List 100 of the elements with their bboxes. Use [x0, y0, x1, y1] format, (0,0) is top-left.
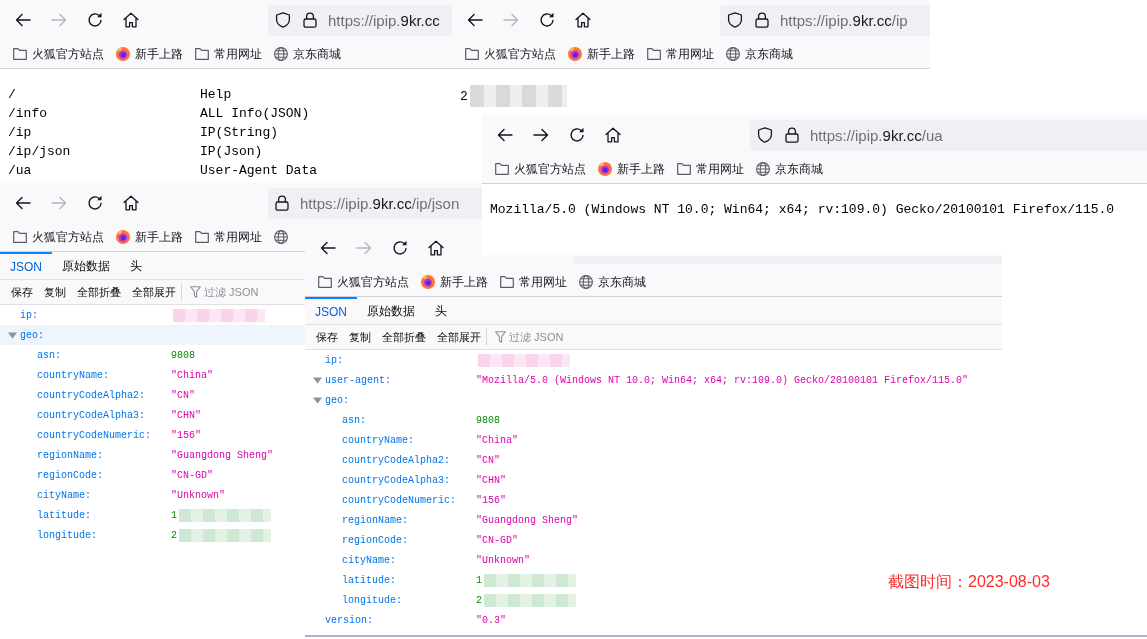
bookmark-item[interactable]: 京东商城	[756, 160, 823, 178]
tree-row[interactable]: countryName: "China"	[305, 430, 518, 450]
tree-row[interactable]: cityName: "Unknown"	[305, 550, 530, 570]
back-button[interactable]	[496, 126, 514, 144]
tree-row[interactable]: countryCodeAlpha3: "CHN"	[0, 405, 201, 425]
right-arrow-icon	[51, 12, 67, 28]
bookmark-item[interactable]: 新手上路	[568, 45, 635, 63]
tree-row[interactable]: user-agent: "Mozilla/5.0 (Windows NT 10.0; Win64; x64; rv:109.0) Gecko/20100101 Firefox/115.0"	[305, 370, 969, 390]
toolbar-button[interactable]: 全部折叠	[376, 327, 431, 347]
back-button[interactable]	[14, 194, 32, 212]
tree-row[interactable]: longitude: 2	[0, 525, 271, 545]
bookmark-item[interactable]: 常用网址	[677, 160, 744, 178]
toolbar-button[interactable]: 复制	[343, 327, 376, 347]
tree-row[interactable]: geo:	[0, 325, 305, 345]
expanded-triangle-icon[interactable]	[313, 395, 322, 405]
shield-icon[interactable]	[727, 12, 743, 28]
bookmark-item[interactable]: 火狐官方站点	[13, 45, 104, 63]
bookmark-item[interactable]: 新手上路	[598, 160, 665, 178]
filter-field[interactable]: 过滤 JSON	[509, 328, 605, 346]
tree-row[interactable]: countryCodeAlpha2: "CN"	[0, 385, 195, 405]
bookmark-item[interactable]: 火狐官方站点	[465, 45, 556, 63]
tree-row[interactable]: latitude: 1	[0, 505, 271, 525]
address-bar[interactable]: https://ipip.9kr.cc/ip/json	[268, 187, 482, 219]
home-button[interactable]	[574, 11, 592, 29]
shield-icon[interactable]	[275, 12, 291, 28]
filter-field[interactable]: 过滤 JSON	[204, 283, 300, 301]
reload-button[interactable]	[86, 194, 104, 212]
tree-row[interactable]: regionName: "Guangdong Sheng"	[305, 510, 579, 530]
lock-icon[interactable]	[785, 127, 799, 143]
home-button[interactable]	[122, 11, 140, 29]
url-text[interactable]: https://ipip.9kr.cc/ip	[780, 11, 908, 29]
tree-row[interactable]: countryCodeAlpha2: "CN"	[305, 450, 500, 470]
tree-row[interactable]: latitude: 1	[305, 570, 576, 590]
tree-row[interactable]: countryCodeNumeric: "156"	[305, 490, 506, 510]
bookmark-item[interactable]: 新手上路	[116, 45, 183, 63]
lock-icon[interactable]	[755, 12, 769, 28]
bookmark-item[interactable]: 火狐官方站点	[495, 160, 586, 178]
tree-row[interactable]: countryName: "China"	[0, 365, 213, 385]
tree-row[interactable]: ip:	[0, 305, 265, 325]
viewer-tab[interactable]: 头	[425, 297, 457, 324]
toolbar-button[interactable]: 全部展开	[126, 282, 181, 302]
toolbar-button[interactable]: 保存	[310, 327, 343, 347]
lock-icon[interactable]	[275, 195, 289, 211]
url-text[interactable]: https://ipip.9kr.cc/ua	[810, 126, 943, 144]
shield-icon[interactable]	[757, 127, 773, 143]
bookmark-item[interactable]: 常用网址	[195, 45, 262, 63]
reload-button[interactable]	[538, 11, 556, 29]
filter-icon	[495, 331, 506, 343]
expanded-triangle-icon[interactable]	[8, 330, 17, 340]
bookmark-item[interactable]: 常用网址	[500, 273, 567, 291]
viewer-tab[interactable]: 头	[120, 252, 152, 279]
bookmark-item[interactable]: 新手上路	[421, 273, 488, 291]
lock-icon[interactable]	[303, 12, 317, 28]
toolbar-button[interactable]: 全部展开	[431, 327, 486, 347]
back-button[interactable]	[466, 11, 484, 29]
toolbar-button[interactable]: 全部折叠	[71, 282, 126, 302]
home-button[interactable]	[427, 239, 445, 257]
url-text[interactable]: https://ipip.9kr.cc/ip/json	[300, 194, 460, 212]
reload-button[interactable]	[391, 239, 409, 257]
tree-row[interactable]: ip:	[305, 350, 570, 370]
tree-row[interactable]: asn: 9808	[0, 345, 195, 365]
toolbar-button[interactable]: 保存	[5, 282, 38, 302]
bookmark-item[interactable]: 京东商城	[274, 45, 341, 63]
bookmark-item[interactable]: 常用网址	[195, 228, 262, 246]
tree-row[interactable]: countryCodeNumeric: "156"	[0, 425, 201, 445]
tree-row[interactable]: regionName: "Guangdong Sheng"	[0, 445, 274, 465]
tree-row[interactable]: longitude: 2	[305, 590, 576, 610]
json-value: "156"	[171, 429, 201, 441]
tree-row[interactable]: cityName: "Unknown"	[0, 485, 225, 505]
toolbar-button[interactable]: 复制	[38, 282, 71, 302]
tree-row[interactable]: regionCode: "CN-GD"	[305, 530, 518, 550]
viewer-tab[interactable]: 原始数据	[52, 252, 120, 279]
bookmark-item[interactable]: 火狐官方站点	[318, 273, 409, 291]
tree-row[interactable]: geo:	[305, 390, 476, 410]
tree-row[interactable]: asn: 9808	[305, 410, 500, 430]
bookmark-item[interactable]: 火狐官方站点	[13, 228, 104, 246]
bookmark-item[interactable]	[274, 230, 288, 244]
expanded-triangle-icon[interactable]	[313, 375, 322, 385]
route-path: /ip	[8, 124, 33, 142]
forward-button[interactable]	[532, 126, 550, 144]
bookmark-item[interactable]: 常用网址	[647, 45, 714, 63]
back-button[interactable]	[14, 11, 32, 29]
bookmark-item[interactable]: 新手上路	[116, 228, 183, 246]
bookmark-item[interactable]: 京东商城	[726, 45, 793, 63]
address-bar[interactable]: https://ipip.9kr.cc	[268, 4, 452, 36]
reload-button[interactable]	[568, 126, 586, 144]
back-button[interactable]	[319, 239, 337, 257]
address-bar[interactable]: https://ipip.9kr.cc/ua	[750, 119, 1147, 151]
browser-logo-icon	[116, 230, 130, 244]
tree-row[interactable]: regionCode: "CN-GD"	[0, 465, 213, 485]
url-text[interactable]: https://ipip.9kr.cc	[328, 11, 440, 29]
home-button[interactable]	[604, 126, 622, 144]
viewer-tab[interactable]: 原始数据	[357, 297, 425, 324]
tree-row[interactable]: version: "0.3"	[305, 610, 506, 630]
address-bar[interactable]: https://ipip.9kr.cc/ip	[720, 4, 930, 36]
json-key: ip:	[325, 354, 343, 366]
reload-button[interactable]	[86, 11, 104, 29]
tree-row[interactable]: countryCodeAlpha3: "CHN"	[305, 470, 506, 490]
bookmark-item[interactable]: 京东商城	[579, 273, 646, 291]
home-button[interactable]	[122, 194, 140, 212]
